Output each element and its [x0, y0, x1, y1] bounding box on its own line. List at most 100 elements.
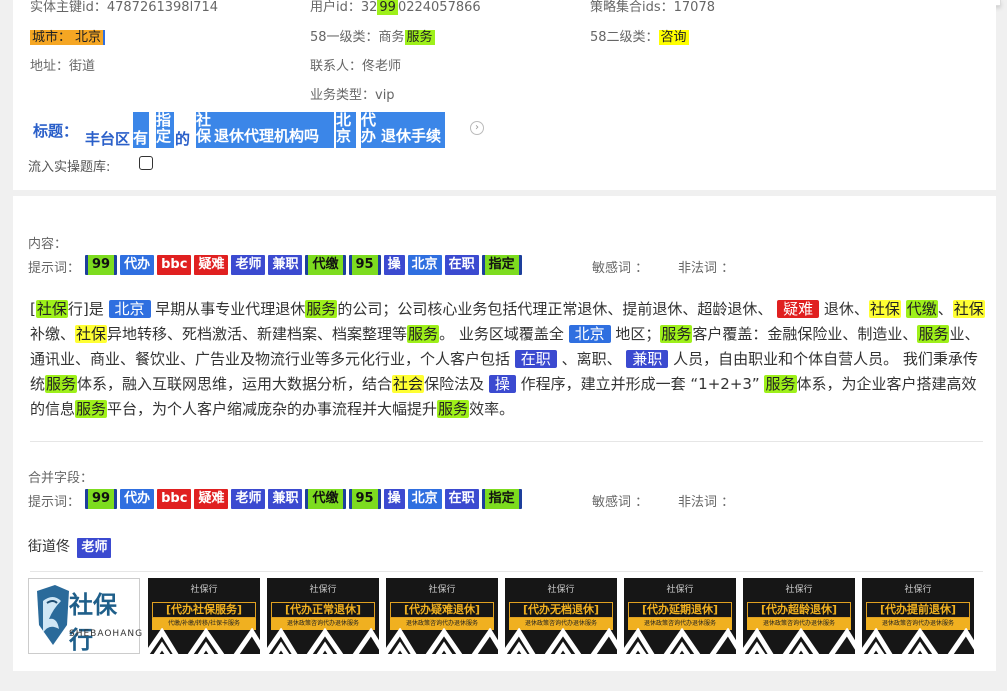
paragraph-text: 客户覆盖：金融保险业、制造业、: [692, 325, 918, 343]
keyword-highlight: 服务: [305, 300, 338, 318]
keyword-highlight: 社保: [952, 300, 985, 318]
keyword-tag: bbc: [157, 489, 192, 509]
paragraph-text: [: [30, 300, 36, 318]
content-paragraph: [社保行]是 北京 早期从事专业代理退休服务的公司；公司核心业务包括代理正常退休…: [30, 297, 985, 422]
thumbnail-title: [代办无档退休]: [509, 602, 613, 618]
flow-label: 流入实操题库:: [28, 160, 111, 175]
paragraph-text: 地区；: [610, 325, 661, 343]
paragraph-text: 体系，融入互联网思维，运用大数据分析，结合: [77, 375, 393, 393]
city-field: 城市： 北京: [30, 26, 106, 45]
merge-illegal-label: 非法词 ：: [678, 495, 735, 510]
logo-image[interactable]: 社保行 SHEBAOHANG: [28, 578, 142, 654]
title-text: 丰台区: [85, 130, 131, 148]
title-highlight: 有: [133, 112, 149, 148]
keyword-highlight: 社保: [75, 325, 108, 343]
thumbnail-brand: 社保行: [785, 585, 813, 595]
thumbnail-image[interactable]: 社保行 [代办无档退休] 退休政策咨询代办退休服务: [505, 578, 617, 654]
keyword-highlight: 北京: [108, 300, 151, 318]
keyword-highlight: 服务: [75, 400, 108, 418]
keyword-tag: 疑难: [194, 255, 229, 275]
keyword-tag: 操: [383, 255, 405, 275]
business-type-field: 业务类型：vip: [310, 88, 395, 103]
thumbnail-brand: 社保行: [666, 585, 694, 595]
keyword-tag: 北京: [407, 489, 442, 509]
title-text: 的: [175, 130, 191, 148]
thumbnail-image[interactable]: 社保行 [代办疑难退休] 退休政策咨询代办退休服务: [386, 578, 498, 654]
sensitive-label: 敏感词 ：: [592, 261, 649, 276]
paragraph-text: 的公司；公司核心业务包括代理正常退休、提前退休、超龄退休、: [337, 300, 778, 318]
title-highlight: 社保: [196, 112, 214, 148]
keyword-highlight: 在职: [514, 350, 557, 368]
street-field: 街道佟 老师: [28, 536, 112, 558]
keyword-tag: 老师: [231, 489, 266, 509]
thumbnail-image[interactable]: 社保行 [代办正常退休] 退休政策咨询代办退休服务: [267, 578, 379, 654]
keyword-highlight: 服务: [764, 375, 797, 393]
paragraph-text: 。 业务区域覆盖全: [439, 325, 569, 343]
paragraph-text: 早期从事专业代理退休: [150, 300, 306, 318]
keyword-tag: 在职: [444, 255, 479, 275]
record-info-card: 实体主键id：4787261398l714 用户id：32 99 022405786…: [13, 0, 996, 190]
street-tag: 老师: [77, 538, 112, 558]
paragraph-text: 保险法及: [424, 375, 489, 393]
keyword-tag: 北京: [407, 255, 442, 275]
paragraph-text: 补缴、: [30, 325, 76, 343]
keyword-tag: 兼职: [268, 489, 303, 509]
merge-hint-tags: 99 代办 bbc 疑难 老师 兼职 代缴 95 操北京 在职 指定: [85, 489, 522, 509]
contact-field: 联系人：佟老师: [310, 59, 402, 74]
merge-sensitive-label: 敏感词 ：: [592, 495, 649, 510]
keyword-tag: 99: [85, 255, 118, 275]
address-field: 地址：街道: [30, 59, 96, 74]
logo-name: 社保行: [69, 590, 117, 654]
keyword-tag: 代办: [120, 255, 155, 275]
paragraph-text: 作程序，建立并形成一套 “1+2+3”: [515, 375, 765, 393]
keyword-highlight: 代缴: [905, 300, 938, 318]
keyword-tag: 代办: [120, 489, 155, 509]
keyword-highlight: 北京: [568, 325, 611, 343]
user-id: 用户id：32 99 0224057866: [310, 0, 481, 15]
thumbnail-image[interactable]: 社保行 [代办提前退休] 退休政策咨询代办退休服务: [862, 578, 974, 654]
keyword-highlight: 服务: [660, 325, 693, 343]
title-highlight: 退休代理机构吗: [214, 112, 334, 148]
paragraph-text: 效率。: [469, 400, 515, 418]
thumbnail-brand: 社保行: [428, 585, 456, 595]
paragraph-text: 平台，为个人客户缩减庞杂的办事流程并大幅提升: [107, 400, 438, 418]
paragraph-text: 退休、: [819, 300, 869, 318]
flow-checkbox[interactable]: [139, 156, 153, 170]
thumbnail-brand: 社保行: [547, 585, 575, 595]
hint-tags: 99 代办 bbc 疑难 老师 兼职 代缴 95 操北京 在职 指定: [85, 255, 522, 275]
content-label: 内容：: [28, 237, 68, 252]
thumbnail-title: [代办社保服务]: [152, 602, 256, 618]
entity-id: 实体主键id：4787261398l714: [30, 0, 218, 15]
keyword-highlight: 服务: [45, 375, 78, 393]
title-highlight: 指定: [156, 112, 174, 148]
thumbnail-brand: 社保行: [904, 585, 932, 595]
title-highlight: 退休手续: [381, 112, 445, 148]
paragraph-text: 、离职、: [556, 350, 627, 368]
thumbnail-brand: 社保行: [309, 585, 337, 595]
thumbnail-image[interactable]: 社保行 [代办超龄退休] 退休政策咨询代办退休服务: [743, 578, 855, 654]
category2-field: 58二级类： 咨询: [590, 30, 689, 45]
chevron-right-icon[interactable]: ›: [470, 121, 484, 135]
thumbnail-brand: 社保行: [190, 585, 218, 595]
illegal-label: 非法词 ：: [678, 261, 735, 276]
thumbnail-title: [代办提前退休]: [866, 602, 970, 618]
keyword-highlight: 社保: [868, 300, 901, 318]
title-highlight: 北京: [336, 112, 356, 148]
title-label: 标题：: [33, 122, 79, 140]
keyword-tag: 95: [348, 255, 381, 275]
keyword-highlight: 操: [488, 375, 516, 393]
thumbnail-image[interactable]: 社保行 [代办社保服务] 代缴/补缴/转移/社保卡服务: [148, 578, 260, 654]
keyword-tag: 指定: [481, 255, 522, 275]
title-highlight: 代办: [361, 112, 381, 148]
category1-field: 58一级类：商务 服务: [310, 30, 435, 45]
thumbnail-title: [代办正常退休]: [271, 602, 375, 618]
keyword-highlight: 社保: [35, 300, 68, 318]
paragraph-text: 、: [937, 300, 953, 318]
keyword-highlight: 服务: [917, 325, 950, 343]
divider: [30, 441, 983, 442]
keyword-highlight: 服务: [407, 325, 440, 343]
keyword-highlight: 社会: [392, 375, 425, 393]
thumbnail-image[interactable]: 社保行 [代办延期退休] 退休政策咨询代办退休服务: [624, 578, 736, 654]
strategy-ids: 策略集合ids：17078: [590, 0, 715, 15]
thumbnail-title: [代办超龄退休]: [747, 602, 851, 618]
